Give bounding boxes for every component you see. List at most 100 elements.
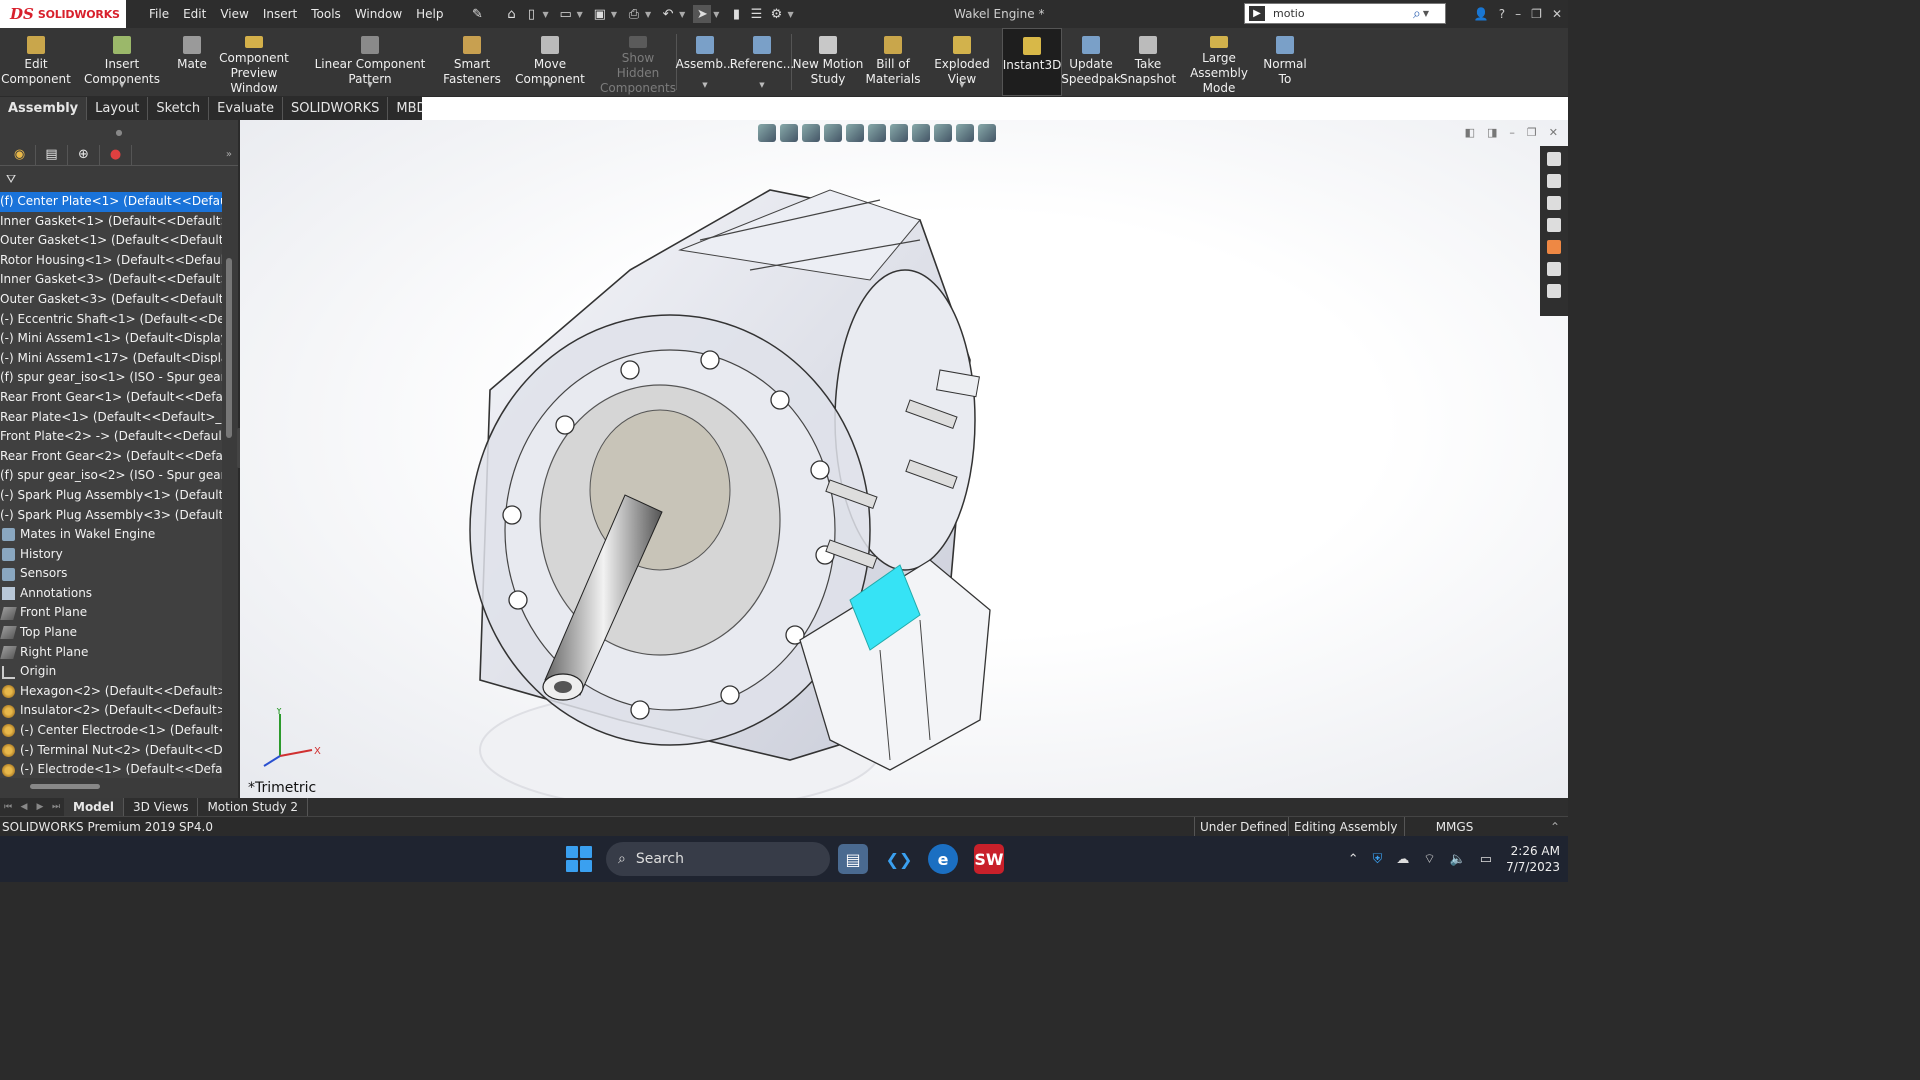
pin-icon[interactable]: ✎ [469,5,487,23]
security-shield-icon[interactable]: ⛨ [1373,852,1383,867]
tree-item[interactable]: (-) Center Electrode<1> (Default<<D [0,721,222,741]
menu-tools[interactable]: Tools [304,0,348,28]
tab-solidworks-addins[interactable]: SOLIDWORKS Add-Ins [283,97,389,139]
tree-item[interactable]: Front Plate<2> -> (Default<<Default>_D [0,427,222,447]
view-orientation-icon[interactable] [868,124,886,142]
last-tab-icon[interactable]: ⏭ [48,802,64,812]
edit-appearance-icon[interactable] [934,124,952,142]
menu-edit[interactable]: Edit [176,0,213,28]
solidworks-app-icon[interactable]: SW [974,844,1004,874]
menu-file[interactable]: File [142,0,176,28]
undo-icon[interactable]: ↶ [659,5,677,23]
tree-item[interactable]: Mates in Wakel Engine [0,525,222,545]
zoom-to-area-icon[interactable] [780,124,798,142]
configuration-manager-icon[interactable]: ⊕ [68,144,100,165]
new-motion-study-button[interactable]: New Motion Study [792,28,864,96]
tree-item[interactable]: History [0,545,222,565]
tree-item[interactable]: Outer Gasket<3> (Default<<Default>_Di [0,290,222,310]
tab-evaluate[interactable]: Evaluate [209,97,283,120]
menu-view[interactable]: View [213,0,255,28]
update-speedpak-button[interactable]: Update Speedpak [1061,28,1121,96]
command-search-box[interactable]: ▶ ⌕ ▼ [1244,3,1446,24]
tree-item[interactable]: Inner Gasket<3> (Default<<Default>_Dis [0,270,222,290]
insert-components-button[interactable]: Insert Components ▼ [72,28,172,96]
tree-item[interactable]: Sensors [0,564,222,584]
large-assembly-mode-button[interactable]: Large Assembly Mode [1176,28,1262,96]
show-hidden-components-button[interactable]: Show Hidden Components [600,28,676,96]
tab-layout[interactable]: Layout [87,97,149,120]
minimize-icon[interactable]: – [1515,0,1521,28]
print-icon[interactable]: ⎙ [625,5,643,23]
edit-component-button[interactable]: Edit Component [0,28,72,96]
tree-item[interactable]: (f) Center Plate<1> (Default<<Default>_ [0,192,222,212]
close-icon[interactable]: ✕ [1552,0,1562,28]
status-expand-icon[interactable]: ⌃ [1550,820,1560,834]
tree-item[interactable]: Insulator<2> (Default<<Default>_Dis [0,701,222,721]
tree-item[interactable]: Rear Front Gear<2> (Default<<Default> [0,447,222,467]
section-view-icon[interactable] [824,124,842,142]
tree-item[interactable]: (f) spur gear_iso<1> (ISO - Spur gear 1.… [0,368,222,388]
tree-item[interactable]: (-) Spark Plug Assembly<1> (Default<Di [0,486,222,506]
file-properties-icon[interactable]: ☰ [747,5,765,23]
mate-button[interactable]: Mate [172,28,212,96]
windows-start-icon[interactable] [566,846,592,872]
tree-horizontal-scrollbar[interactable] [30,784,100,789]
search-input[interactable] [1273,7,1413,20]
instant3d-button[interactable]: Instant3D [1002,28,1062,96]
engine-model[interactable] [450,160,1070,798]
tree-item[interactable]: Rotor Housing<1> (Default<<Default>_ [0,251,222,271]
vscode-app-icon[interactable]: ❮❯ [884,844,914,874]
forum-icon[interactable] [1547,284,1561,298]
apply-scene-icon[interactable] [956,124,974,142]
exploded-view-button[interactable]: Exploded View ▼ [922,28,1002,96]
solidworks-logo[interactable]: DS SOLIDWORKS [0,0,126,28]
new-document-icon[interactable]: ▯ [523,5,541,23]
viewport-minimize-icon[interactable]: – [1509,126,1515,139]
tree-item[interactable]: (-) Electrode<1> (Default<<Default> [0,760,222,778]
menu-window[interactable]: Window [348,0,409,28]
tree-item[interactable]: (-) Mini Assem1<17> (Default<Display S [0,349,222,369]
tree-item[interactable]: Front Plane [0,603,222,623]
file-explorer-app-icon[interactable]: ▤ [838,844,868,874]
first-tab-icon[interactable]: ⏮ [0,802,16,812]
tree-item[interactable]: Origin [0,662,222,682]
options-gear-icon[interactable]: ⚙ [767,5,785,23]
property-manager-icon[interactable]: ▤ [36,144,68,165]
menu-help[interactable]: Help [409,0,450,28]
dynamic-annotation-icon[interactable] [846,124,864,142]
linear-component-pattern-button[interactable]: Linear Component Pattern ▼ [296,28,444,96]
custom-properties-icon[interactable] [1547,262,1561,276]
traffic-light-icon[interactable]: ▮ [727,5,745,23]
battery-icon[interactable]: ▭ [1480,852,1492,867]
show-hidden-icons-icon[interactable]: ⌃ [1348,852,1359,867]
component-preview-window-button[interactable]: Component Preview Window [212,28,296,96]
view-settings-icon[interactable] [978,124,996,142]
tree-item[interactable]: Outer Gasket<1> (Default<<Default>_Di [0,231,222,251]
move-component-button[interactable]: Move Component ▼ [500,28,600,96]
viewport-restore-icon[interactable]: ❐ [1527,126,1537,139]
save-icon[interactable]: ▣ [591,5,609,23]
restore-icon[interactable]: ❐ [1531,0,1542,28]
units-selector[interactable]: MMGS [1404,817,1504,837]
tab-motion-study-2[interactable]: Motion Study 2 [198,798,309,816]
tab-sketch[interactable]: Sketch [148,97,210,120]
reference-geometry-button[interactable]: Referenc... ▼ [730,28,794,96]
tree-item[interactable]: (f) spur gear_iso<2> (ISO - Spur gear 1.… [0,466,222,486]
search-dropdown-icon[interactable]: ▼ [1423,9,1429,18]
tree-item[interactable]: (-) Eccentric Shaft<1> (Default<<Default [0,310,222,330]
tab-3d-views[interactable]: 3D Views [124,798,199,816]
tree-scrollbar[interactable] [225,190,233,778]
taskbar-search[interactable]: ⌕ Search [606,842,830,876]
volume-icon[interactable]: 🔈 [1450,852,1466,867]
tree-item[interactable]: Hexagon<2> (Default<<Default>_Di [0,682,222,702]
tree-item[interactable]: Inner Gasket<1> (Default<<Default>_Dis [0,212,222,232]
tab-model[interactable]: Model [64,798,125,816]
prev-tab-icon[interactable]: ◀ [16,802,32,812]
tree-item[interactable]: Right Plane [0,643,222,663]
bill-of-materials-button[interactable]: Bill of Materials [864,28,922,96]
tree-filter[interactable]: ⛛ [0,166,238,192]
search-icon[interactable]: ⌕ [1413,6,1421,22]
solidworks-resources-icon[interactable] [1547,152,1561,166]
menu-insert[interactable]: Insert [256,0,304,28]
design-library-icon[interactable] [1547,174,1561,188]
